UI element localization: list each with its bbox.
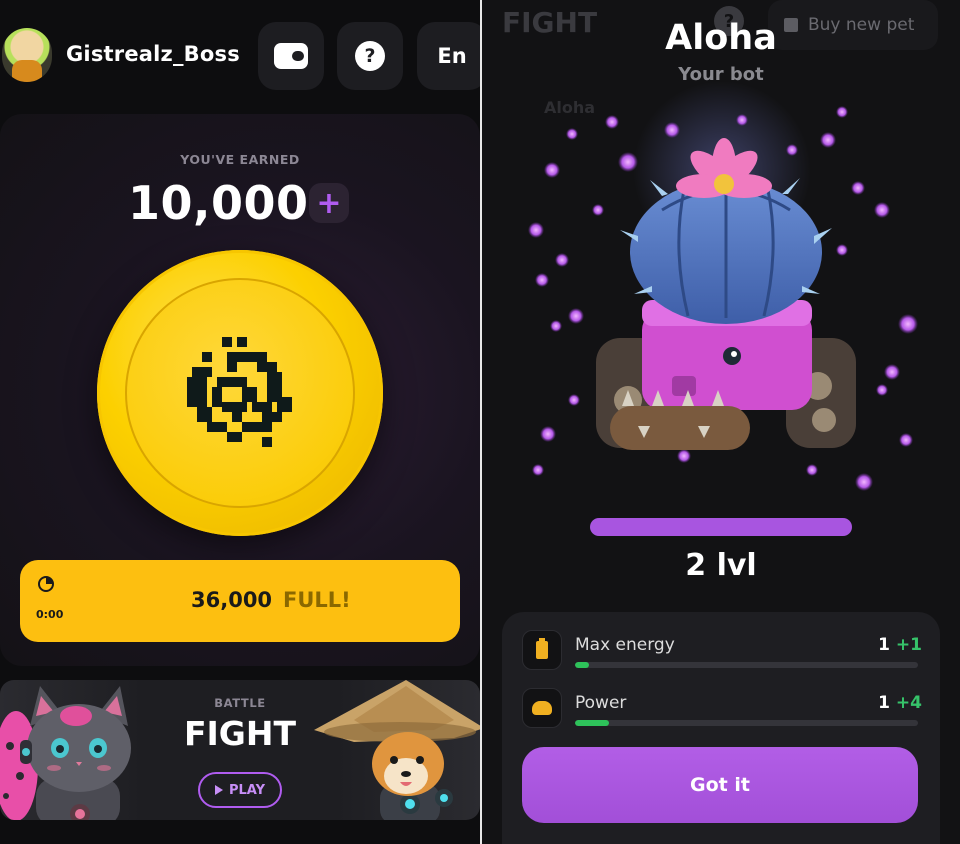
play-label: PLAY [228, 782, 266, 798]
shiba-warrior-illustration [314, 680, 480, 820]
add-coins-button[interactable]: + [309, 183, 349, 223]
stat-progress-track [575, 720, 918, 726]
main-screen: Gistrealz_Boss ? En YOU'VE EARNED 10,000… [0, 0, 480, 844]
avatar[interactable] [2, 28, 52, 82]
earned-value: 10,000 [128, 176, 309, 230]
earnings-card: YOU'VE EARNED 10,000 + 0:00 36,000 FULL! [0, 114, 480, 666]
play-icon [214, 785, 223, 795]
stat-progress-fill [575, 720, 610, 726]
muscle-icon [522, 688, 562, 728]
earned-label: YOU'VE EARNED [180, 152, 300, 167]
timer-value: 0:00 [36, 608, 64, 621]
wallet-icon [274, 43, 308, 69]
energy-value: 36,000 [191, 588, 273, 612]
stat-name: Max energy [575, 635, 675, 655]
coin-face [125, 278, 355, 508]
energy-status: FULL! [283, 588, 351, 612]
help-button[interactable]: ? [337, 22, 403, 90]
stat-progress-track [575, 662, 918, 668]
got-it-button[interactable]: Got it [522, 747, 918, 823]
username: Gistrealz_Boss [66, 42, 240, 66]
stat-value: 1 +1 [878, 635, 922, 655]
top-bar: Gistrealz_Boss ? En [0, 22, 480, 92]
bot-level: 2 lvl [685, 548, 757, 583]
play-button[interactable]: PLAY [198, 772, 282, 808]
battery-icon [522, 630, 562, 670]
battle-card[interactable]: BATTLE FIGHT PLAY [0, 680, 480, 820]
stat-value: 1 +4 [878, 693, 922, 713]
bot-name: Aloha [665, 18, 777, 58]
stat-row-power: Power 1 +4 [522, 684, 922, 734]
spiral-logo-icon [187, 337, 292, 447]
stats-card: Max energy 1 +1 Power 1 +4 Got it [502, 612, 940, 844]
bot-upgrade-screen: FIGHT ? Buy new pet Aloha Aloha Your bot [482, 0, 960, 844]
stat-progress-fill [575, 662, 589, 668]
tap-coin[interactable] [97, 250, 383, 536]
help-icon: ? [355, 41, 385, 71]
timer-icon [38, 576, 54, 592]
cactus-bot-illustration [528, 106, 918, 491]
level-progress-bar [590, 518, 852, 536]
language-button[interactable]: En [417, 22, 480, 90]
wallet-button[interactable] [258, 22, 324, 90]
stat-name: Power [575, 693, 627, 713]
stat-row-max-energy: Max energy 1 +1 [522, 626, 922, 676]
energy-bar: 0:00 36,000 FULL! [20, 560, 460, 642]
